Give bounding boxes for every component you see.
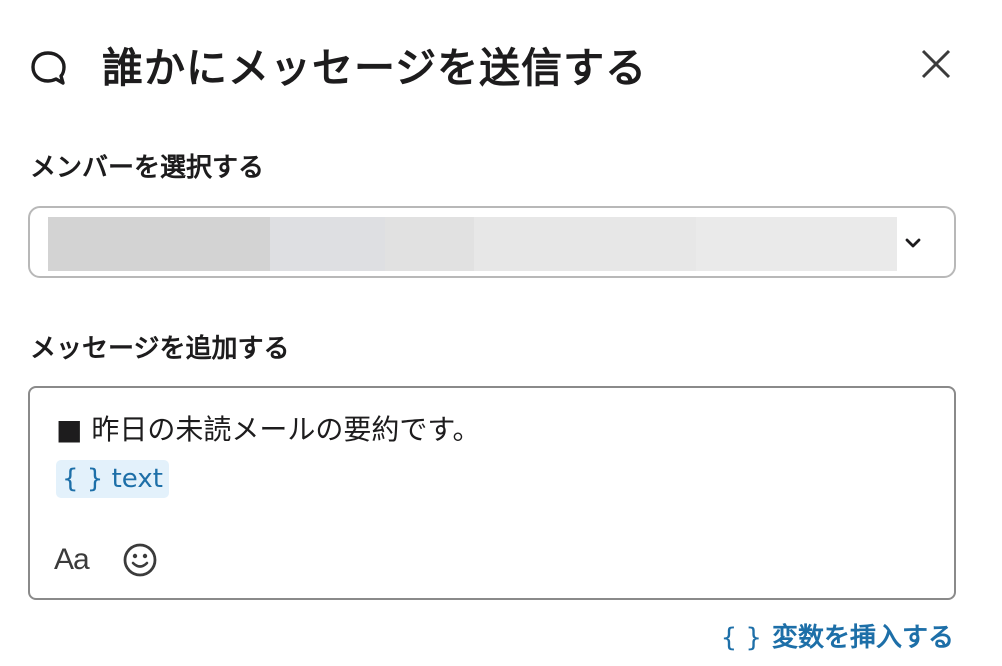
close-icon[interactable] xyxy=(914,42,958,86)
message-composer[interactable]: ■ 昨日の未読メールの要約です。 { } text Aa xyxy=(28,386,956,600)
message-label: メッセージを追加する xyxy=(30,334,290,364)
message-text[interactable]: ■ 昨日の未読メールの要約です。 xyxy=(56,408,481,452)
variable-braces-icon: { } xyxy=(720,623,762,653)
insert-variable-label: 変数を挿入する xyxy=(771,623,954,653)
text-format-button[interactable]: Aa xyxy=(54,538,98,582)
chat-bubble-icon xyxy=(31,51,66,85)
variable-chip[interactable]: { } text xyxy=(56,460,169,498)
member-select[interactable] xyxy=(28,206,956,278)
modal-title: 誰かにメッセージを送信する xyxy=(102,44,648,92)
member-select-value-redacted xyxy=(48,217,897,271)
smiley-icon[interactable] xyxy=(120,538,160,582)
chevron-down-icon[interactable] xyxy=(900,230,926,256)
insert-variable-link[interactable]: { } 変数を挿入する xyxy=(721,618,954,658)
member-select-label: メンバーを選択する xyxy=(30,153,265,183)
modal-header: 誰かにメッセージを送信する xyxy=(0,0,1002,130)
